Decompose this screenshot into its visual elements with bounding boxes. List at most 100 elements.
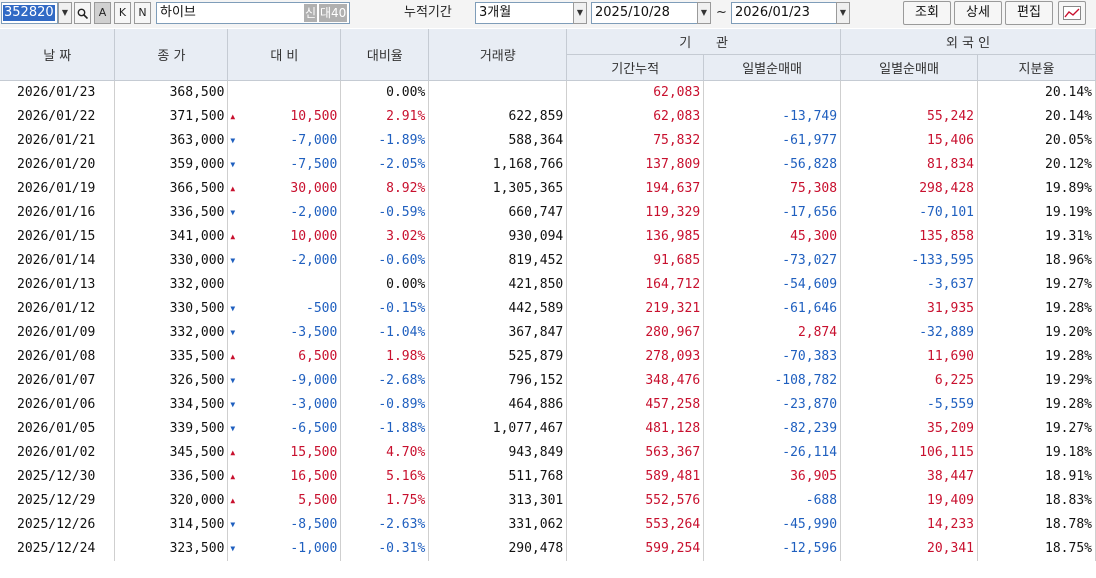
cell-inst-daily-value: -45,990: [782, 517, 838, 532]
cell-foreign-daily-value: 14,233: [927, 517, 974, 532]
table-row[interactable]: 2026/01/23 368,500 0.00% 62,083 20.14%: [0, 80, 1096, 105]
cell-rate: 2.91%: [340, 104, 430, 129]
cell-inst-daily: -61,646: [703, 296, 842, 321]
query-button[interactable]: 조회: [903, 1, 951, 25]
cell-inst-daily: [703, 80, 842, 105]
date-to-input[interactable]: 2026/01/23: [731, 2, 843, 24]
table-row[interactable]: 2026/01/12 330,500 ▼ -500 -0.15% 442,589 219,3…: [0, 296, 1096, 321]
triangle-up-icon: ▲: [230, 183, 236, 193]
header-inst-cum[interactable]: 기간누적: [566, 54, 705, 81]
btn-a[interactable]: A: [94, 2, 111, 24]
cell-inst-cum-value: 278,093: [645, 349, 701, 364]
date-to-calendar-button[interactable]: ▼: [836, 2, 850, 24]
cell-change-value: -7,500: [290, 157, 338, 172]
table-row[interactable]: 2026/01/02 345,500 ▲ 15,500 4.70% 943,849 563,…: [0, 440, 1096, 465]
stock-code-dropdown-button[interactable]: ▼: [58, 2, 72, 24]
cell-change-value: 10,000: [290, 229, 338, 244]
cell-close: 323,500: [114, 536, 229, 561]
table-row[interactable]: 2026/01/05 339,500 ▼ -6,500 -1.88% 1,077,467 4…: [0, 416, 1096, 441]
cell-date: 2026/01/09: [0, 320, 116, 345]
cell-rate-value: -2.05%: [378, 157, 426, 172]
cell-inst-cum-value: 553,264: [645, 517, 701, 532]
cell-inst-cum: 136,985: [566, 224, 705, 249]
cell-volume-value: 1,305,365: [492, 181, 564, 196]
table-row[interactable]: 2026/01/07 326,500 ▼ -9,000 -2.68% 796,152 348…: [0, 368, 1096, 393]
cell-inst-daily: -73,027: [703, 248, 842, 273]
date-from-input[interactable]: 2025/10/28: [591, 2, 703, 24]
cell-close: 314,500: [114, 512, 229, 537]
cell-inst-cum: 194,637: [566, 176, 705, 201]
detail-button[interactable]: 상세: [954, 1, 1002, 25]
cell-volume-value: 660,747: [508, 205, 564, 220]
table-row[interactable]: 2025/12/24 323,500 ▼ -1,000 -0.31% 290,478 599…: [0, 536, 1096, 561]
cell-date: 2025/12/29: [0, 488, 116, 513]
header-date[interactable]: 날 짜: [0, 29, 116, 81]
table-row[interactable]: 2026/01/21 363,000 ▼ -7,000 -1.89% 588,364 75,…: [0, 128, 1096, 153]
header-volume[interactable]: 거래량: [428, 29, 568, 81]
table-row[interactable]: 2026/01/20 359,000 ▼ -7,500 -2.05% 1,168,766 1…: [0, 152, 1096, 177]
cell-inst-daily-value: -56,828: [782, 157, 838, 172]
cell-volume: 1,077,467: [428, 416, 568, 441]
cell-inst-cum: 348,476: [566, 368, 705, 393]
triangle-down-icon: ▼: [230, 423, 236, 433]
cell-volume-value: 588,364: [508, 133, 564, 148]
cell-inst-daily-value: -108,782: [774, 373, 838, 388]
cell-close-value: 330,000: [169, 253, 225, 268]
table-row[interactable]: 2025/12/26 314,500 ▼ -8,500 -2.63% 331,062 553…: [0, 512, 1096, 537]
edit-button[interactable]: 편집: [1005, 1, 1053, 25]
btn-k[interactable]: K: [114, 2, 131, 24]
cell-change-value: -6,500: [290, 421, 338, 436]
cell-rate-value: -0.60%: [378, 253, 426, 268]
cell-foreign-share: 18.75%: [977, 536, 1096, 561]
cell-date-value: 2025/12/26: [17, 517, 96, 532]
cell-volume: 1,168,766: [428, 152, 568, 177]
cell-foreign-daily-value: 20,341: [927, 541, 974, 556]
cell-foreign-daily-value: 35,209: [927, 421, 974, 436]
header-close[interactable]: 종 가: [114, 29, 229, 81]
cell-volume: 331,062: [428, 512, 568, 537]
table-row[interactable]: 2026/01/08 335,500 ▲ 6,500 1.98% 525,879 278,0…: [0, 344, 1096, 369]
header-foreign-daily[interactable]: 일별순매매: [840, 54, 978, 81]
cell-volume: [428, 80, 568, 105]
cell-volume: 930,094: [428, 224, 568, 249]
cell-foreign-daily: 135,858: [840, 224, 978, 249]
cell-foreign-share-value: 19.27%: [1045, 421, 1092, 436]
cell-inst-cum-value: 348,476: [645, 373, 701, 388]
cell-inst-cum: 553,264: [566, 512, 705, 537]
cell-rate-value: 1.98%: [386, 349, 426, 364]
table-row[interactable]: 2026/01/15 341,000 ▲ 10,000 3.02% 930,094 136,…: [0, 224, 1096, 249]
table-row[interactable]: 2025/12/29 320,000 ▲ 5,500 1.75% 313,301 552,5…: [0, 488, 1096, 513]
header-foreign-share[interactable]: 지분율: [977, 54, 1096, 81]
header-inst-daily[interactable]: 일별순매매: [703, 54, 842, 81]
table-row[interactable]: 2026/01/14 330,000 ▼ -2,000 -0.60% 819,452 91,…: [0, 248, 1096, 273]
period-select[interactable]: 3개월: [475, 2, 575, 24]
date-from-calendar-button[interactable]: ▼: [697, 2, 711, 24]
cell-foreign-daily: 19,409: [840, 488, 978, 513]
cell-inst-daily-value: -23,870: [782, 397, 838, 412]
cell-rate: -2.05%: [340, 152, 430, 177]
table-row[interactable]: 2026/01/19 366,500 ▲ 30,000 8.92% 1,305,365 19…: [0, 176, 1096, 201]
cell-inst-cum: 563,367: [566, 440, 705, 465]
table-row[interactable]: 2026/01/16 336,500 ▼ -2,000 -0.59% 660,747 119…: [0, 200, 1096, 225]
cell-inst-daily: -108,782: [703, 368, 842, 393]
cell-volume: 588,364: [428, 128, 568, 153]
stock-code-input[interactable]: 352820: [1, 2, 58, 24]
chart-button[interactable]: [1058, 1, 1086, 25]
btn-n[interactable]: N: [134, 2, 151, 24]
table-row[interactable]: 2025/12/30 336,500 ▲ 16,500 5.16% 511,768 589,…: [0, 464, 1096, 489]
table-row[interactable]: 2026/01/22 371,500 ▲ 10,500 2.91% 622,859 62,0…: [0, 104, 1096, 129]
cell-inst-daily-value: 45,300: [790, 229, 838, 244]
header-change[interactable]: 대 비: [227, 29, 342, 81]
cell-rate: 3.02%: [340, 224, 430, 249]
header-rate[interactable]: 대비율: [340, 29, 430, 81]
table-row[interactable]: 2026/01/13 332,000 0.00% 421,850 164,712 -54,…: [0, 272, 1096, 297]
cell-foreign-share-value: 20.14%: [1045, 109, 1092, 124]
triangle-up-icon: ▲: [230, 111, 236, 121]
period-dropdown-button[interactable]: ▼: [573, 2, 587, 24]
stock-search-button[interactable]: [74, 2, 91, 24]
cell-foreign-share-value: 19.28%: [1045, 301, 1092, 316]
table-row[interactable]: 2026/01/06 334,500 ▼ -3,000 -0.89% 464,886 457…: [0, 392, 1096, 417]
cell-inst-cum: 278,093: [566, 344, 705, 369]
cell-foreign-daily-value: -70,101: [919, 205, 974, 220]
table-row[interactable]: 2026/01/09 332,000 ▼ -3,500 -1.04% 367,847 280…: [0, 320, 1096, 345]
